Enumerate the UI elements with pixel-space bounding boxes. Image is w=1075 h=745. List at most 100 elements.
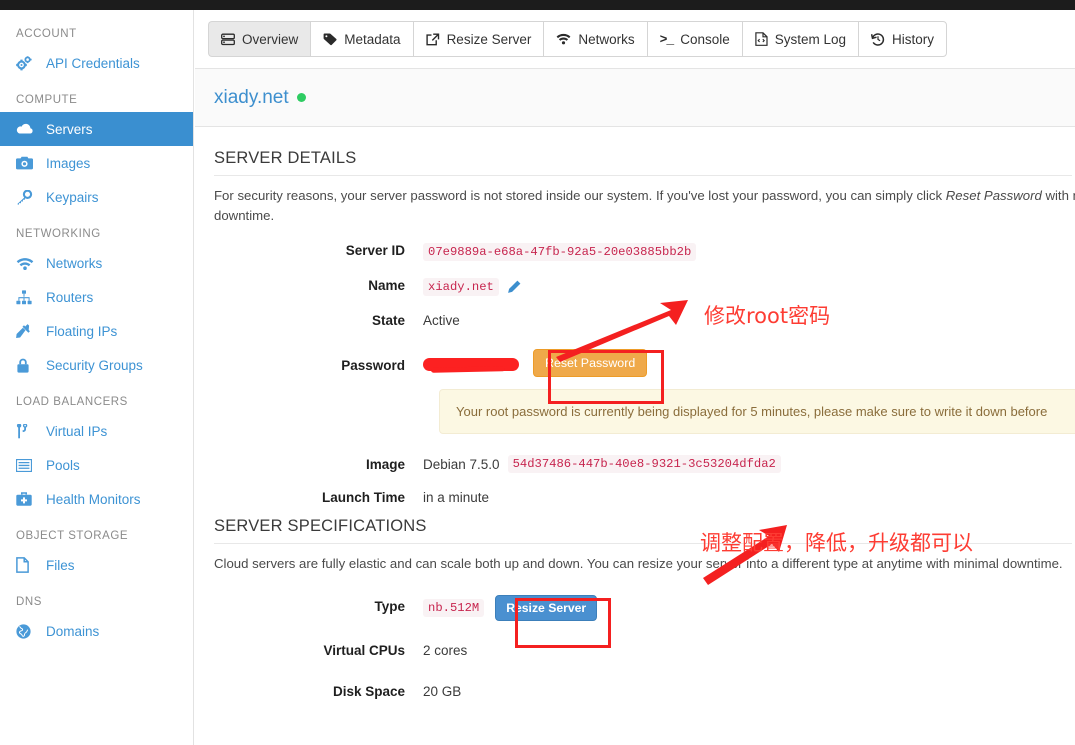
top-dark-bar xyxy=(0,0,1075,10)
sidebar-item-label: Domains xyxy=(46,623,100,639)
server-specifications-description: Cloud servers are fully elastic and can … xyxy=(214,556,1063,571)
server-icon xyxy=(221,33,235,46)
file-icon xyxy=(16,557,36,573)
sidebar-item-security-groups[interactable]: Security Groups xyxy=(0,348,193,382)
sidebar-item-floating-ips[interactable]: Floating IPs xyxy=(0,314,193,348)
sidebar-item-virtual-ips[interactable]: Virtual IPs xyxy=(0,414,193,448)
row-name: Name xiady.net xyxy=(214,278,1075,296)
password-redacted-value xyxy=(423,357,519,371)
tab-resize-server[interactable]: Resize Server xyxy=(412,21,544,57)
sidebar-section-load-balancers: LOAD BALANCERS xyxy=(16,396,128,408)
password-label: Password xyxy=(341,357,405,373)
sidebar-item-servers[interactable]: Servers xyxy=(0,112,193,146)
wifi-icon xyxy=(16,255,36,271)
tab-overview[interactable]: Overview xyxy=(208,21,311,57)
sidebar-item-label: Security Groups xyxy=(46,357,143,373)
gears-icon xyxy=(16,55,36,71)
sidebar-item-keypairs[interactable]: Keypairs xyxy=(0,180,193,214)
sidebar-section-dns: DNS xyxy=(16,596,42,608)
state-label: State xyxy=(371,313,405,328)
server-name-header: xiady.net xyxy=(195,68,1075,127)
tab-console[interactable]: >_ Console xyxy=(646,21,742,57)
virtual-cpus-value: 2 cores xyxy=(423,643,468,658)
row-image: Image Debian 7.5.0 54d37486-447b-40e8-93… xyxy=(214,455,1075,473)
external-link-icon xyxy=(425,33,440,46)
row-type: Type nb.512M Resize Server xyxy=(214,595,1075,621)
server-details-description: For security reasons, your server passwo… xyxy=(214,186,1075,226)
sidebar-item-health-monitors[interactable]: Health Monitors xyxy=(0,482,193,516)
sidebar-item-label: Files xyxy=(46,557,75,573)
tab-system-log[interactable]: System Log xyxy=(741,21,859,57)
terminal-icon: >_ xyxy=(659,31,675,47)
tab-label: Overview xyxy=(242,31,299,47)
sidebar-item-label: Health Monitors xyxy=(46,491,141,507)
cloud-icon xyxy=(16,121,36,137)
sidebar-item-api-credentials[interactable]: API Credentials xyxy=(0,46,193,80)
page-root: ACCOUNT API Credentials COMPUTE Servers … xyxy=(0,0,1075,745)
server-tab-bar: Overview Metadata Resize Server Networks xyxy=(208,21,1075,57)
history-icon xyxy=(871,32,885,46)
description-text-after: with no xyxy=(1045,188,1075,203)
resize-server-button[interactable]: Resize Server xyxy=(495,595,598,621)
description-line-2: downtime. xyxy=(214,208,275,223)
type-label: Type xyxy=(374,599,405,614)
sidebar-item-label: API Credentials xyxy=(46,55,140,71)
row-password: Password Reset Password xyxy=(214,349,1075,377)
tab-label: Console xyxy=(680,31,730,47)
sidebar: ACCOUNT API Credentials COMPUTE Servers … xyxy=(0,10,194,745)
sidebar-item-pools[interactable]: Pools xyxy=(0,448,193,482)
medkit-icon xyxy=(16,491,36,507)
details-body: SERVER DETAILS For security reasons, you… xyxy=(195,128,1075,699)
server-details-heading: SERVER DETAILS xyxy=(214,128,1072,176)
tab-networks[interactable]: Networks xyxy=(543,21,647,57)
edit-pencil-icon[interactable] xyxy=(507,280,521,294)
launch-time-label: Launch Time xyxy=(321,490,405,505)
row-server-id: Server ID 07e9889a-e68a-47fb-92a5-20e038… xyxy=(214,243,1075,261)
server-specifications-heading: SERVER SPECIFICATIONS xyxy=(214,505,1072,544)
sidebar-item-label: Floating IPs xyxy=(46,323,118,339)
launch-time-value: in a minute xyxy=(423,490,490,505)
root-password-alert: Your root password is currently being di… xyxy=(439,389,1075,434)
tag-icon xyxy=(323,33,337,46)
image-label: Image xyxy=(365,456,405,472)
server-id-value: 07e9889a-e68a-47fb-92a5-20e03885bb2b xyxy=(423,243,697,261)
sidebar-section-compute: COMPUTE xyxy=(16,94,78,106)
tab-metadata[interactable]: Metadata xyxy=(310,21,413,57)
camera-icon xyxy=(16,155,36,171)
sidebar-item-label: Pools xyxy=(46,457,80,473)
row-launch-time: Launch Time in a minute xyxy=(214,490,1075,505)
virtual-cpus-label: Virtual CPUs xyxy=(323,643,405,658)
row-virtual-cpus: Virtual CPUs 2 cores xyxy=(214,643,1075,658)
description-text-before: For security reasons, your server passwo… xyxy=(214,188,946,203)
sidebar-item-label: Routers xyxy=(46,289,94,305)
sidebar-item-label: Networks xyxy=(46,255,103,271)
page-title[interactable]: xiady.net xyxy=(214,87,289,109)
sidebar-item-files[interactable]: Files xyxy=(0,548,193,582)
disk-space-value: 20 GB xyxy=(423,684,462,699)
code-fork-icon xyxy=(16,423,36,439)
sidebar-item-label: Images xyxy=(46,155,91,171)
state-value: Active xyxy=(423,313,460,328)
row-disk-space: Disk Space 20 GB xyxy=(214,684,1075,699)
sidebar-item-routers[interactable]: Routers xyxy=(0,280,193,314)
sidebar-section-account: ACCOUNT xyxy=(16,28,77,40)
name-label: Name xyxy=(368,278,405,293)
image-value: Debian 7.5.0 xyxy=(423,456,500,472)
tab-label: Networks xyxy=(578,31,635,47)
key-icon xyxy=(16,189,36,205)
tab-label: Metadata xyxy=(344,31,401,47)
sidebar-item-networks[interactable]: Networks xyxy=(0,246,193,280)
sidebar-item-label: Virtual IPs xyxy=(46,423,108,439)
wifi-icon xyxy=(556,33,571,45)
tab-history[interactable]: History xyxy=(858,21,948,57)
server-id-label: Server ID xyxy=(345,243,405,258)
main-content: Overview Metadata Resize Server Networks xyxy=(195,10,1075,745)
sidebar-item-images[interactable]: Images xyxy=(0,146,193,180)
list-icon xyxy=(16,457,36,473)
tab-label: System Log xyxy=(774,31,847,47)
reset-password-button[interactable]: Reset Password xyxy=(533,349,648,377)
image-id-value: 54d37486-447b-40e8-9321-3c53204dfda2 xyxy=(507,455,781,473)
sidebar-item-domains[interactable]: Domains xyxy=(0,614,193,648)
disk-space-label: Disk Space xyxy=(332,684,405,699)
sitemap-icon xyxy=(16,289,36,305)
